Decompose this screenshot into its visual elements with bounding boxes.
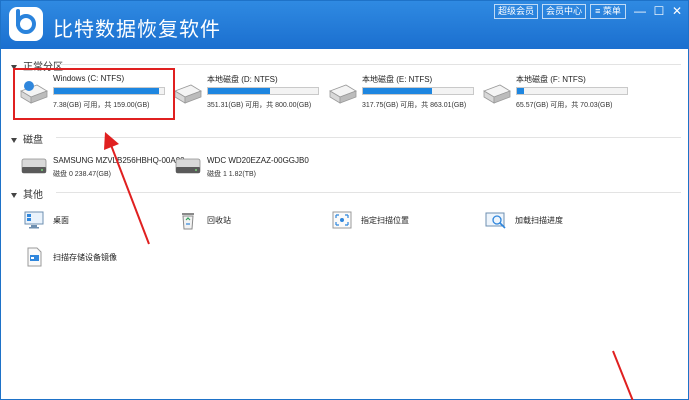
close-button[interactable]: ✕ xyxy=(666,3,688,19)
disk-drive-icon xyxy=(175,158,201,174)
collapse-triangle-icon xyxy=(11,192,17,198)
vip-center-button[interactable]: 会员中心 xyxy=(542,4,586,19)
menu-icon: ≡ xyxy=(595,6,601,16)
disk-name: WDC WD20EZAZ-00GGJB0 xyxy=(207,156,309,165)
hard-drive-icon xyxy=(174,84,202,104)
partition-info: 65.57(GB) 可用，共 70.03(GB) xyxy=(516,102,613,109)
other-item-recycle-bin[interactable]: 回收站 xyxy=(177,209,317,233)
partition-item-d[interactable]: 本地磁盘 (D: NTFS) 351.31(GB) 可用，共 800.00(GB… xyxy=(171,71,331,119)
other-item-device-image[interactable]: 扫描存储设备镜像 xyxy=(23,246,183,270)
app-logo-icon xyxy=(9,7,43,41)
hard-drive-icon xyxy=(329,84,357,104)
partition-info: 317.75(GB) 可用，共 863.01(GB) xyxy=(362,102,467,109)
desktop-icon xyxy=(24,211,44,229)
disk-item-1[interactable]: WDC WD20EZAZ-00GGJB0 磁盘 1 1.82(TB) xyxy=(175,154,335,184)
recycle-bin-icon xyxy=(182,213,194,230)
annotation-arrows xyxy=(104,132,634,400)
device-image-icon xyxy=(27,247,42,267)
collapse-triangle-icon xyxy=(11,137,17,143)
other-item-label: 指定扫描位置 xyxy=(361,216,409,225)
selection-highlight-box xyxy=(13,68,175,120)
section-divider xyxy=(56,192,681,193)
disks-section-label: 磁盘 xyxy=(23,135,43,146)
others-section-label: 其他 xyxy=(23,190,43,201)
partition-item-e[interactable]: 本地磁盘 (E: NTFS) 317.75(GB) 可用，共 863.01(GB… xyxy=(326,71,486,119)
disk-item-0[interactable]: SAMSUNG MZVLB256HBHQ-00A00 磁盘 0 238.47(G… xyxy=(21,154,185,184)
menu-button[interactable]: ≡ 菜单 xyxy=(590,4,626,19)
partition-name: 本地磁盘 (F: NTFS) xyxy=(516,75,586,84)
other-item-label: 回收站 xyxy=(207,216,231,225)
super-vip-button[interactable]: 超级会员 xyxy=(494,4,538,19)
other-item-label: 加载扫描进度 xyxy=(515,216,563,225)
app-window: 比特数据恢复软件 超级会员 会员中心 ≡ 菜单 — ☐ ✕ 正常分区 Windo… xyxy=(0,0,689,400)
disk-info: 磁盘 0 238.47(GB) xyxy=(53,171,111,178)
usage-fill xyxy=(363,88,433,94)
disk-drive-icon xyxy=(21,158,47,174)
partition-name: 本地磁盘 (E: NTFS) xyxy=(362,75,433,84)
other-item-label: 桌面 xyxy=(53,216,69,225)
title-bar[interactable]: 比特数据恢复软件 超级会员 会员中心 ≡ 菜单 — ☐ ✕ xyxy=(1,1,688,49)
partition-usage-bar xyxy=(516,87,628,95)
other-item-desktop[interactable]: 桌面 xyxy=(23,209,163,233)
partition-item-f[interactable]: 本地磁盘 (F: NTFS) 65.57(GB) 可用，共 70.03(GB) xyxy=(480,71,640,119)
partition-usage-bar xyxy=(207,87,319,95)
scan-location-icon xyxy=(332,211,352,229)
annotation-arrow-lower xyxy=(612,350,634,400)
menu-label: 菜单 xyxy=(602,6,621,16)
load-progress-icon xyxy=(485,212,506,229)
other-item-label: 扫描存储设备镜像 xyxy=(53,253,117,262)
partition-name: 本地磁盘 (D: NTFS) xyxy=(207,75,278,84)
disk-info: 磁盘 1 1.82(TB) xyxy=(207,171,257,178)
hard-drive-icon xyxy=(483,84,511,104)
other-item-scan-location[interactable]: 指定扫描位置 xyxy=(331,209,471,233)
section-divider xyxy=(56,137,681,138)
partition-usage-bar xyxy=(362,87,474,95)
section-divider xyxy=(56,64,681,65)
partition-info: 351.31(GB) 可用，共 800.00(GB) xyxy=(207,102,312,109)
disks-section-header[interactable]: 磁盘 xyxy=(11,131,43,146)
others-section-header[interactable]: 其他 xyxy=(11,186,43,201)
app-title: 比特数据恢复软件 xyxy=(53,17,221,41)
other-item-load-progress[interactable]: 加载扫描进度 xyxy=(485,209,625,233)
disk-name: SAMSUNG MZVLB256HBHQ-00A00 xyxy=(53,156,185,165)
usage-fill xyxy=(517,88,524,94)
usage-fill xyxy=(208,88,270,94)
